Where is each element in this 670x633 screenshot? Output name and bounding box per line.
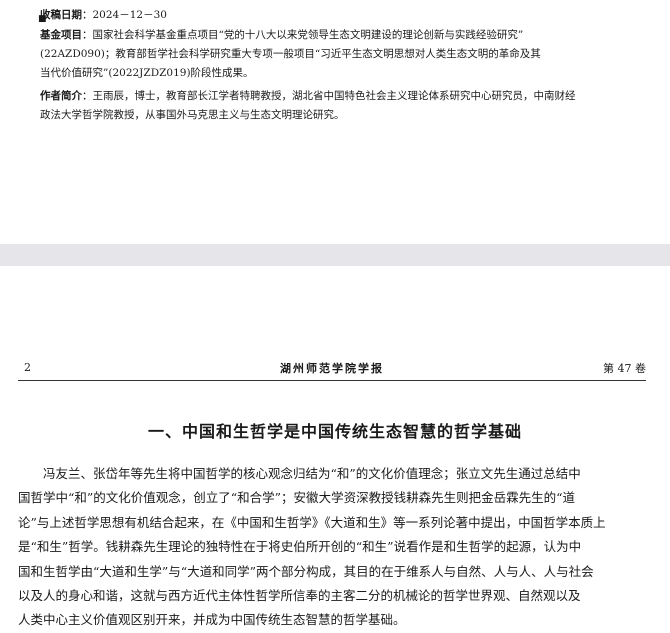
body-line: 以及人的身心和谐，这就与西方近代主体性哲学所信奉的主客二分的机械论的哲学世界观、… (18, 588, 581, 604)
page-gap (0, 244, 670, 266)
fund-line-1: 基金项目：国家社会科学基金重点项目“党的十八大以来党领导生态文明建设的理论创新与… (40, 26, 650, 45)
section-title: 一、中国和生哲学是中国传统生态智慧的哲学基础 (147, 422, 522, 441)
running-header: 2 湖州师范学院学报 第 47 卷 (18, 355, 646, 375)
received-date: 收稿日期：2024－12－30 (40, 6, 650, 25)
fund-label: 基金项目 (40, 29, 82, 41)
journal-name: 湖州师范学院学报 (280, 362, 384, 375)
body-line: 是“和生”哲学。钱耕森先生理论的独特性在于将史伯所开创的“和生”说看作是和生哲学… (18, 539, 582, 555)
author-line-1: 作者简介：王雨辰，博士，教育部长江学者特聘教授，湖北省中国特色社会主义理论体系研… (40, 87, 650, 106)
body-line: 冯友兰、张岱年等先生将中国哲学的核心观念归结为“和”的文化价值理念；张立文先生通… (18, 466, 581, 481)
author-line-2: 政法大学哲学院教授，从事国外马克思主义与生态文明理论研究。 (40, 109, 345, 121)
received-value: ：2024－12－30 (82, 9, 167, 21)
header-rule (18, 380, 646, 381)
volume-label: 第 47 卷 (603, 362, 646, 375)
body-paragraph: 冯友兰、张岱年等先生将中国哲学的核心观念归结为“和”的文化价值理念；张立文先生通… (18, 462, 646, 633)
author-label: 作者简介 (40, 90, 82, 102)
fund-line-3: 当代价值研究”(2022JZDZ019)阶段性成果。 (40, 67, 254, 79)
received-label: 收稿日期 (40, 9, 82, 21)
fund-line-2: (22AZD090)；教育部哲学社会科学研究重大专项一般项目“习近平生态文明思想… (40, 48, 541, 60)
fund-text-1: ：国家社会科学基金重点项目“党的十八大以来党领导生态文明建设的理论创新与实践经验… (82, 29, 524, 41)
previous-page-footnotes: ■ 收稿日期：2024－12－30 基金项目：国家社会科学基金重点项目“党的十八… (0, 0, 670, 244)
body-line: 论”与上述哲学思想有机结合起来，在《中国和生哲学》《大道和生》等一系列论著中提出… (18, 514, 606, 530)
author-text-1: ：王雨辰，博士，教育部长江学者特聘教授，湖北省中国特色社会主义理论体系研究中心研… (82, 90, 576, 102)
body-line: 国和生哲学由“大道和生学”与“大道和同学”两个部分构成，其目的在于维系人与自然、… (18, 563, 594, 579)
body-line: 人类中心主义价值观区别开来，并成为中国传统生态智慧的哲学基础。 (18, 612, 406, 628)
body-line: 国哲学中“和”的文化价值观念，创立了“和合学”；安徽大学资深教授钱耕森先生则把金… (18, 490, 575, 506)
